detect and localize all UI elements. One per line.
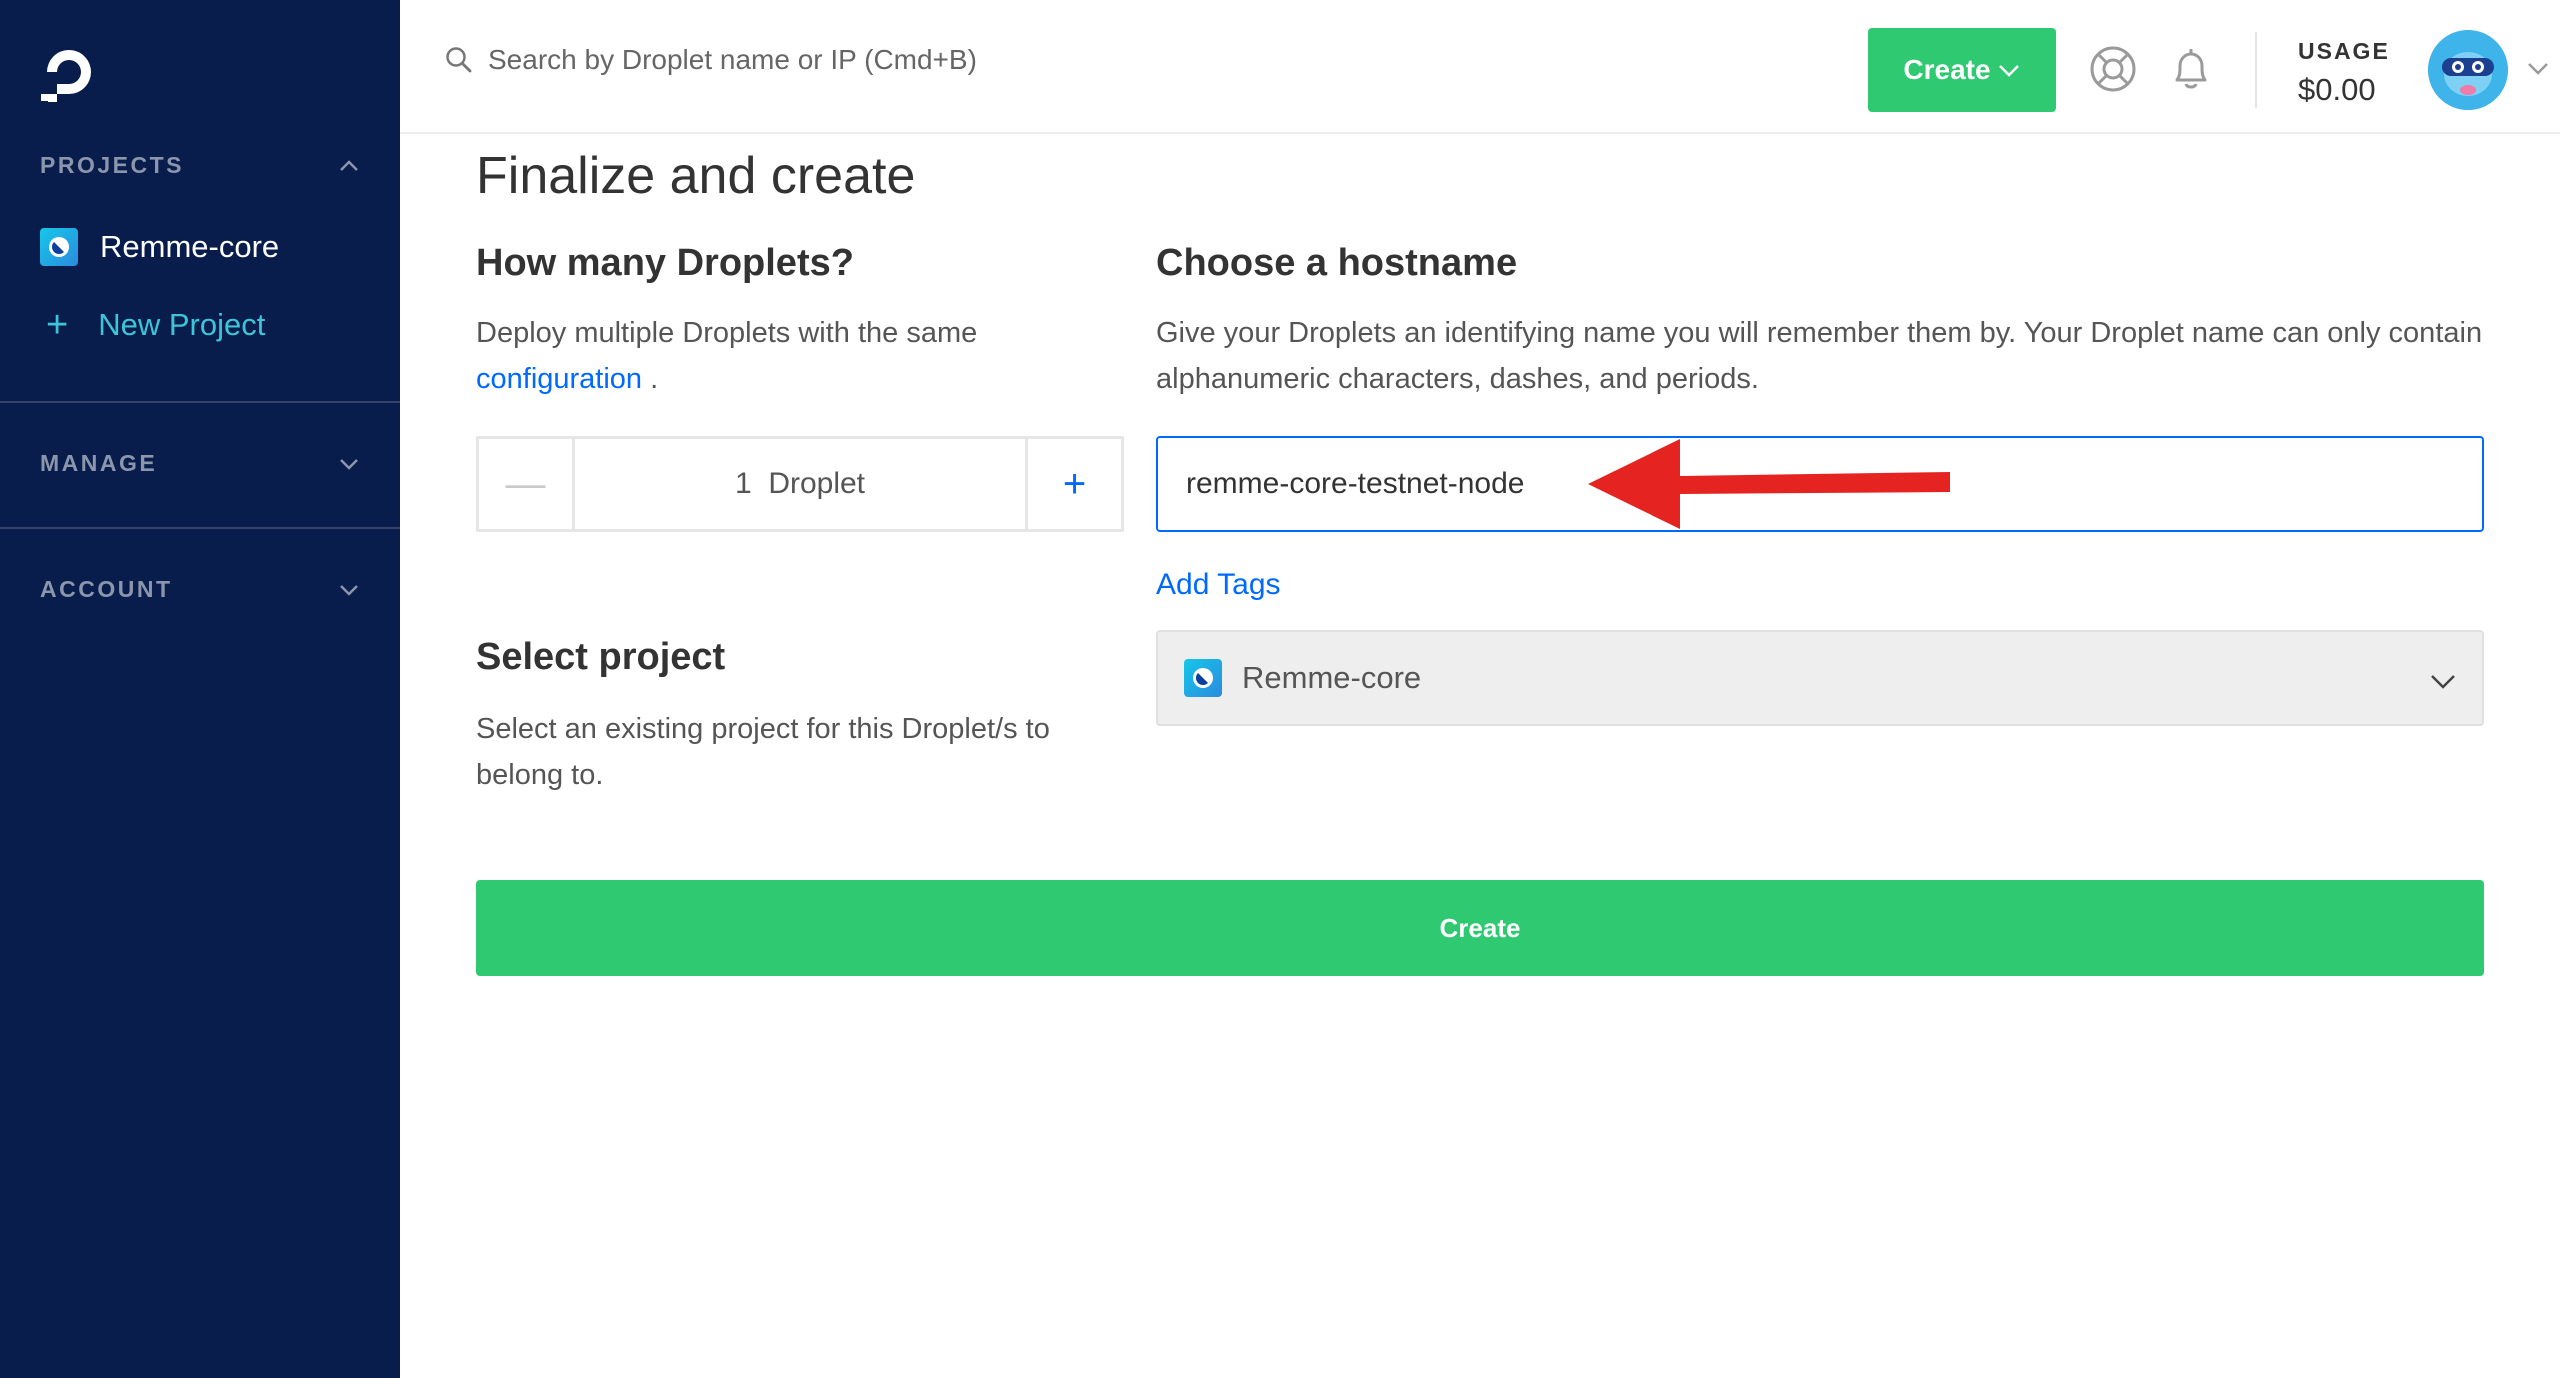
- page-title: Finalize and create: [476, 147, 916, 205]
- create-button-label: Create: [1903, 54, 1991, 85]
- droplets-desc-end: .: [642, 363, 659, 395]
- project-icon: [1184, 659, 1222, 697]
- create-dropdown-button[interactable]: Create: [1868, 28, 2056, 112]
- chevron-down-icon: [1998, 65, 2019, 77]
- usage-value: $0.00: [2298, 72, 2376, 107]
- increment-button[interactable]: +: [1025, 439, 1121, 529]
- selected-project: Remme-core: [1242, 660, 1422, 695]
- plus-icon: +: [46, 304, 69, 346]
- droplets-desc-text: Deploy multiple Droplets with the same: [476, 317, 978, 349]
- droplet-count-display: 1 Droplet: [575, 439, 1025, 529]
- bell-icon[interactable]: [2166, 44, 2216, 94]
- sammy-avatar-icon: [2428, 30, 2508, 110]
- select-project-description: Select an existing project for this Drop…: [476, 713, 1050, 791]
- chevron-up-icon: [340, 159, 358, 171]
- add-tags-link[interactable]: Add Tags: [1156, 568, 1281, 602]
- decrement-button[interactable]: —: [479, 439, 575, 529]
- chevron-down-icon: [2431, 675, 2455, 689]
- new-project-link[interactable]: + New Project: [40, 306, 265, 344]
- projects-label: PROJECTS: [40, 152, 184, 178]
- header-divider: [2255, 32, 2257, 108]
- account-label: ACCOUNT: [40, 576, 173, 602]
- sidebar-item-remme-core[interactable]: Remme-core: [40, 228, 279, 266]
- project-icon: [40, 228, 78, 266]
- account-section-header[interactable]: ACCOUNT: [40, 576, 360, 603]
- configuration-link[interactable]: configuration: [476, 363, 642, 395]
- sidebar-item-label: Remme-core: [100, 229, 280, 264]
- sidebar: PROJECTS Remme-core + New Project MANAGE…: [0, 0, 400, 1378]
- manage-label: MANAGE: [40, 450, 158, 476]
- digitalocean-logo-icon[interactable]: [40, 44, 98, 106]
- projects-section-header[interactable]: PROJECTS: [40, 152, 360, 179]
- sidebar-divider: [0, 527, 400, 529]
- new-project-label: New Project: [98, 307, 266, 342]
- droplet-count: 1: [734, 467, 752, 500]
- manage-section-header[interactable]: MANAGE: [40, 450, 360, 477]
- chevron-down-icon: [340, 458, 358, 470]
- create-droplet-button[interactable]: Create: [476, 880, 2484, 976]
- search-bar: [444, 44, 1288, 76]
- chevron-down-icon: [340, 584, 358, 596]
- droplets-heading: How many Droplets?: [476, 242, 854, 284]
- sidebar-divider: [0, 401, 400, 403]
- lifebuoy-icon[interactable]: [2088, 44, 2138, 94]
- droplets-description: Deploy multiple Droplets with the same c…: [476, 310, 1096, 402]
- search-icon: [446, 47, 472, 73]
- avatar[interactable]: [2428, 30, 2508, 110]
- chevron-down-icon[interactable]: [2526, 56, 2550, 80]
- usage-label: USAGE: [2298, 38, 2390, 64]
- red-arrow-icon: [1588, 439, 1950, 529]
- droplet-quantity-stepper: — 1 Droplet +: [476, 436, 1124, 532]
- hostname-description: Give your Droplets an identifying name y…: [1156, 317, 2483, 395]
- search-input[interactable]: [488, 44, 1288, 76]
- project-select[interactable]: Remme-core: [1156, 630, 2484, 726]
- droplet-unit: Droplet: [768, 467, 866, 500]
- select-project-heading: Select project: [476, 636, 726, 678]
- hostname-heading: Choose a hostname: [1156, 242, 1518, 284]
- top-header: Create USAGE $0.00: [400, 0, 2560, 134]
